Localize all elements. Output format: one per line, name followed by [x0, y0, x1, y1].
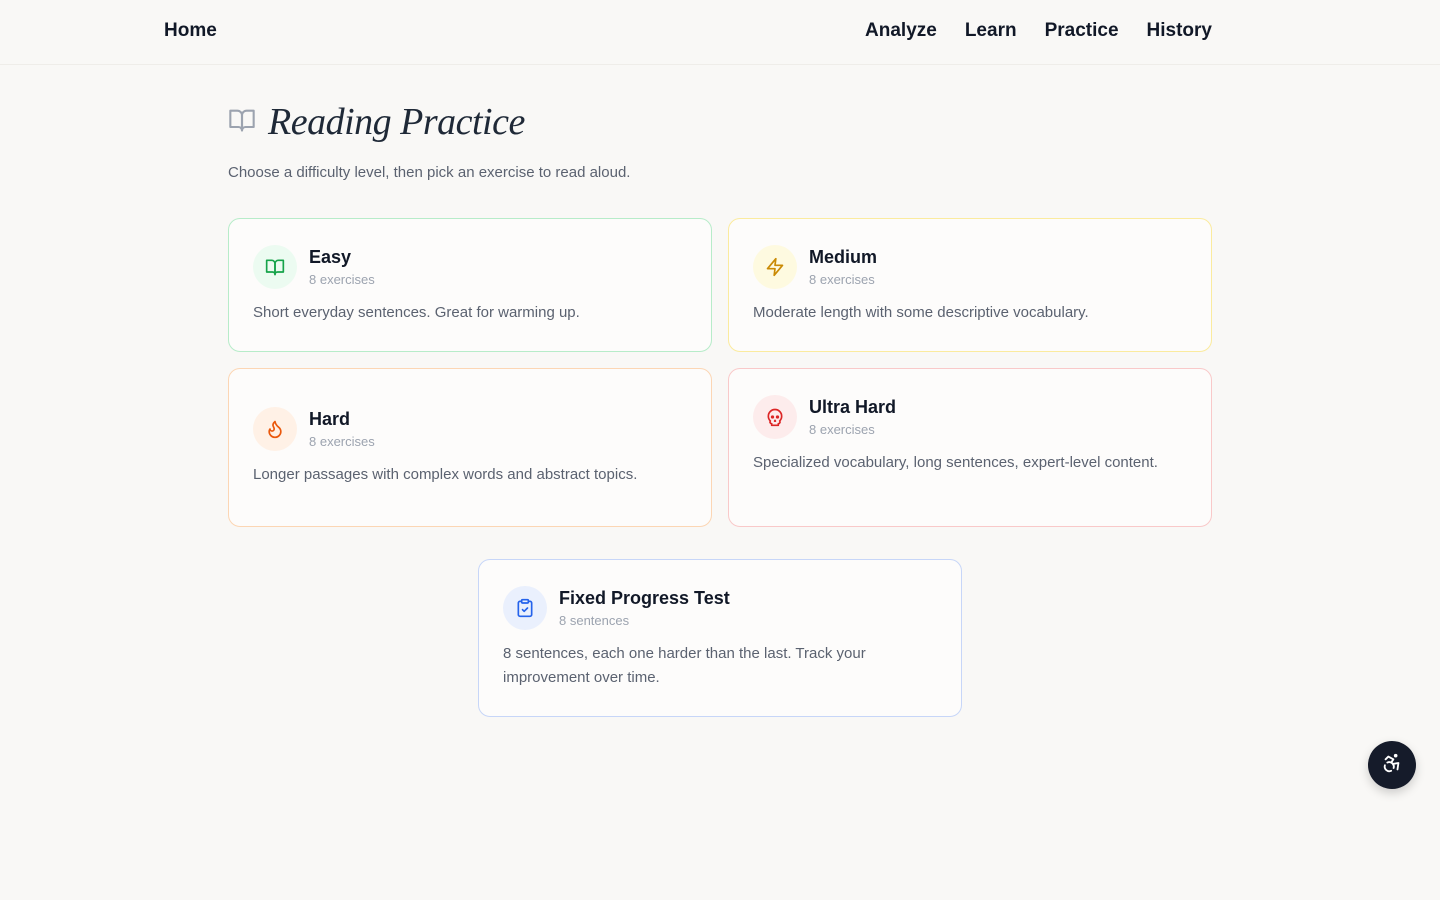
card-description: Short everyday sentences. Great for warm…	[253, 304, 580, 321]
card-count: 8 exercises	[309, 434, 375, 449]
card-title: Easy	[309, 247, 352, 267]
difficulty-card-ultra-hard[interactable]: Ultra Hard 8 exercises Specialized vocab…	[728, 368, 1212, 527]
difficulty-card-medium[interactable]: Medium 8 exercises Moderate length with …	[728, 218, 1212, 352]
card-title: Ultra Hard	[809, 397, 897, 417]
clipboard-check-icon	[503, 586, 547, 630]
card-title: Medium	[809, 247, 878, 267]
nav-link-history[interactable]: History	[1147, 20, 1212, 42]
nav-link-learn[interactable]: Learn	[965, 20, 1017, 42]
accessibility-button[interactable]	[1368, 741, 1416, 789]
top-nav: Home Analyze Learn Practice History	[0, 0, 1440, 65]
card-description: Moderate length with some descriptive vo…	[753, 304, 1089, 321]
card-count: 8 exercises	[809, 272, 875, 287]
card-count: 8 sentences	[559, 613, 630, 628]
book-open-icon	[228, 106, 256, 139]
nav-link-practice[interactable]: Practice	[1045, 20, 1119, 42]
page-header: Reading Practice	[228, 100, 525, 144]
difficulty-card-easy[interactable]: Easy 8 exercises Short everyday sentence…	[228, 218, 712, 352]
skull-icon	[753, 395, 797, 439]
nav-link-analyze[interactable]: Analyze	[865, 20, 937, 42]
difficulty-card-hard[interactable]: Hard 8 exercises Longer passages with co…	[228, 368, 712, 527]
card-description: Longer passages with complex words and a…	[253, 466, 638, 483]
card-description: 8 sentences, each one harder than the la…	[503, 645, 866, 686]
page-title: Reading Practice	[268, 101, 525, 143]
flame-icon	[253, 407, 297, 451]
book-open-icon	[253, 245, 297, 289]
card-count: 8 exercises	[809, 422, 875, 437]
accessibility-icon	[1381, 752, 1403, 779]
lightning-icon	[753, 245, 797, 289]
card-title: Fixed Progress Test	[559, 588, 730, 608]
fixed-progress-test-card[interactable]: Fixed Progress Test 8 sentences 8 senten…	[478, 559, 962, 717]
card-title: Hard	[309, 409, 351, 429]
nav-home-link[interactable]: Home	[164, 20, 217, 42]
page-subtitle: Choose a difficulty level, then pick an …	[228, 164, 631, 181]
card-description: Specialized vocabulary, long sentences, …	[753, 454, 1158, 471]
card-count: 8 exercises	[309, 272, 375, 287]
nav-links: Analyze Learn Practice History	[865, 20, 1212, 42]
